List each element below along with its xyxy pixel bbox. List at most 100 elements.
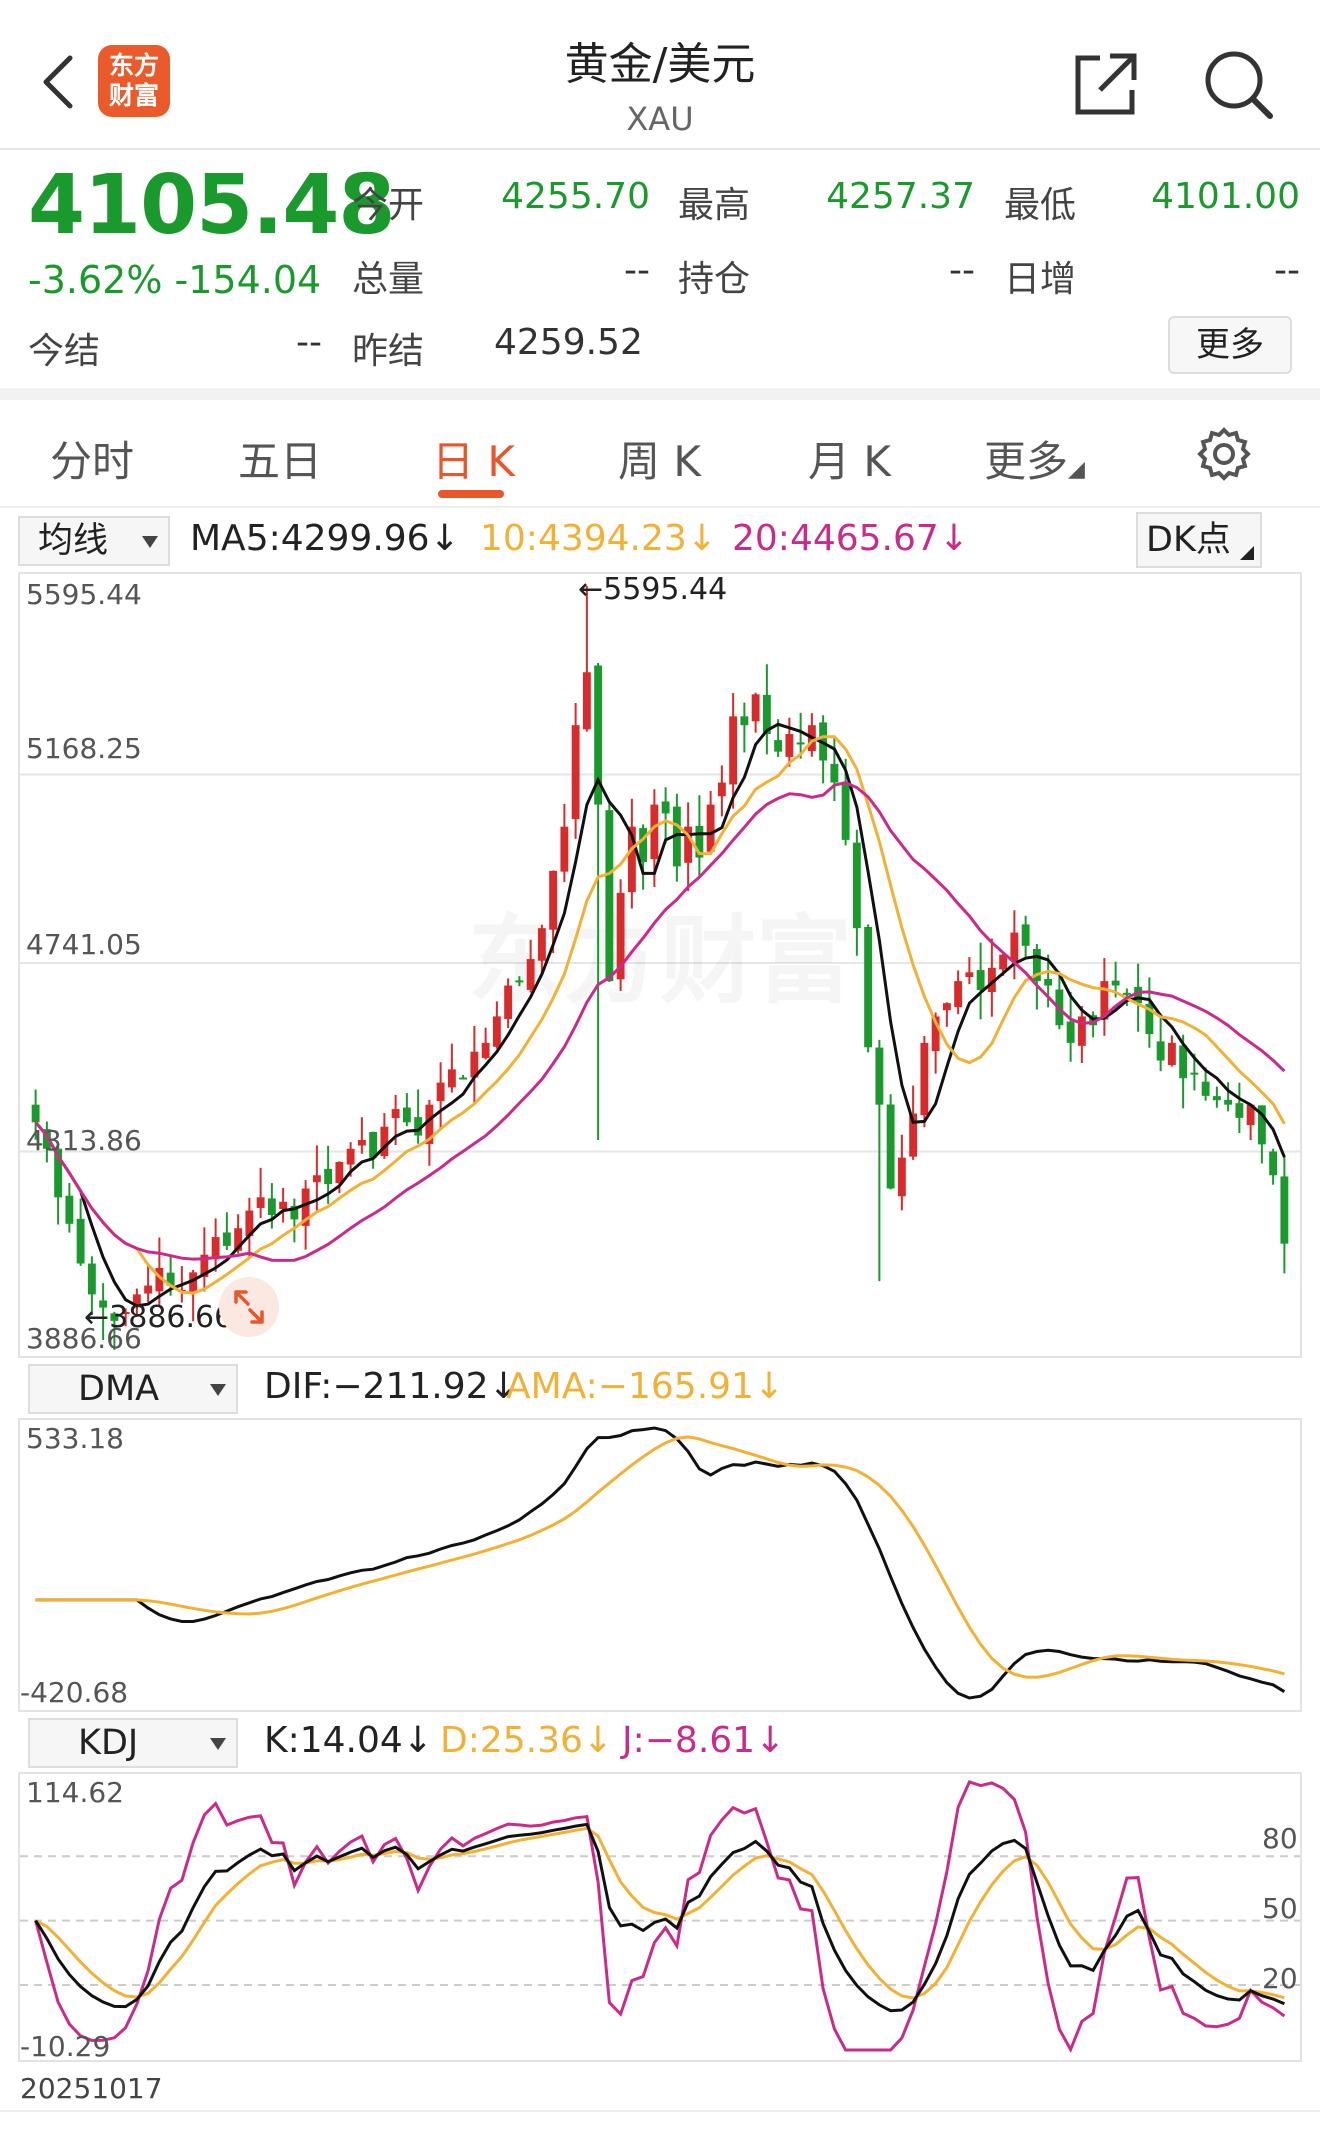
high-value: 4257.37 <box>826 176 975 217</box>
d-line <box>34 1826 1285 2000</box>
candle-body <box>1280 1176 1289 1244</box>
settings-gear-icon[interactable] <box>1196 426 1252 482</box>
candle-body <box>582 672 591 730</box>
tab-more[interactable]: 更多◢ <box>984 428 1085 489</box>
candle-body <box>279 1201 288 1210</box>
indicator-select-kdj[interactable]: KDJ <box>28 1718 238 1768</box>
candle-body <box>526 959 535 990</box>
candle-body <box>1122 992 1131 995</box>
watermark: 东方财富 <box>468 905 852 1017</box>
candle-body <box>1167 1042 1176 1065</box>
candle-body <box>76 1218 85 1264</box>
candle-body <box>1212 1096 1221 1101</box>
ama-line <box>35 1435 1285 1679</box>
j-line <box>34 1780 1286 2053</box>
candle-body <box>571 725 580 820</box>
tab-monthly-k[interactable]: 月 K <box>808 428 891 489</box>
kdj-level-20: 20 <box>1262 1962 1298 1995</box>
dma-chart-panel[interactable] <box>18 1418 1302 1712</box>
candle-body <box>729 716 738 785</box>
prev-settle-value: 4259.52 <box>494 322 643 363</box>
kline-chart-panel[interactable]: 东方财富 <box>18 572 1302 1358</box>
candle-body <box>492 1016 501 1047</box>
k-line <box>34 1822 1285 2013</box>
candle-body <box>65 1195 74 1224</box>
kdj-chart[interactable] <box>20 1774 1300 2060</box>
candle-body <box>751 694 760 722</box>
dk-point-button[interactable]: DK点 <box>1136 512 1262 568</box>
candle-body <box>852 842 861 929</box>
candle-body <box>144 1285 153 1294</box>
j-value: J:−8.61↓ <box>622 1720 786 1761</box>
candle-body <box>639 828 648 862</box>
d-value: D:25.36↓ <box>440 1720 614 1761</box>
active-tab-indicator <box>438 490 504 498</box>
ma10-value: 10:4394.23↓ <box>480 518 717 559</box>
prev-settle-label: 昨结 <box>352 331 425 372</box>
tab-intraday[interactable]: 分时 <box>50 428 134 489</box>
share-icon[interactable] <box>1070 48 1142 120</box>
candle-body <box>965 972 974 978</box>
candle-body <box>31 1104 40 1123</box>
start-date-label: 20251017 <box>20 2072 163 2105</box>
candle-body <box>549 870 558 930</box>
bottom-divider <box>0 2110 1320 2112</box>
candle-body <box>391 1109 400 1119</box>
kdj-level-80: 80 <box>1262 1822 1298 1855</box>
candle-body <box>335 1162 344 1184</box>
quote-panel: 4105.48 -3.62% -154.04 今开 4255.70 最高 425… <box>0 152 1320 400</box>
candle-body <box>537 928 546 961</box>
k-value: K:14.04↓ <box>264 1720 433 1761</box>
kline-chart[interactable]: 东方财富 <box>20 574 1300 1356</box>
price-axis-top: 5595.44 <box>26 578 142 611</box>
candle-body <box>87 1263 96 1295</box>
candle-body <box>976 970 985 990</box>
candle-body <box>346 1148 355 1165</box>
indicator-select-ma[interactable]: 均线 <box>18 516 170 566</box>
candle-body <box>256 1197 265 1208</box>
dma-chart[interactable] <box>20 1420 1300 1710</box>
ma20-value: 20:4465.67↓ <box>732 518 969 559</box>
search-icon[interactable] <box>1200 46 1276 122</box>
price-axis-level-2: 5168.25 <box>26 732 142 765</box>
tab-five-day[interactable]: 五日 <box>238 428 322 489</box>
candle-body <box>785 734 794 757</box>
candle-body <box>1224 1099 1233 1105</box>
candle-body <box>942 1003 951 1011</box>
candle-body <box>1269 1151 1278 1176</box>
low-label: 最低 <box>1004 185 1077 226</box>
tab-daily-k[interactable]: 日 K <box>432 428 515 489</box>
more-quote-button[interactable]: 更多 <box>1168 316 1292 374</box>
ama-value: AMA:−165.91↓ <box>506 1366 785 1407</box>
candle-body <box>515 980 524 983</box>
kdj-axis-bottom: -10.29 <box>20 2030 111 2063</box>
candle-body <box>706 804 715 852</box>
candle-body <box>504 985 513 1019</box>
candle-body <box>897 1157 906 1197</box>
candle-body <box>1021 924 1030 946</box>
dma-axis-bottom: -420.68 <box>20 1676 129 1709</box>
tab-weekly-k[interactable]: 周 K <box>618 428 701 489</box>
expand-chart-icon[interactable] <box>218 1276 280 1338</box>
candle-body <box>402 1107 411 1123</box>
open-value: 4255.70 <box>501 176 650 217</box>
indicator-select-dma[interactable]: DMA <box>28 1364 238 1414</box>
volume-value: -- <box>624 250 650 291</box>
position-label: 持仓 <box>678 259 751 300</box>
candle-body <box>717 782 726 797</box>
open-label: 今开 <box>352 185 425 226</box>
candle-body <box>740 716 749 726</box>
candle-body <box>796 742 805 745</box>
candle-body <box>324 1168 333 1185</box>
low-value: 4101.00 <box>1151 176 1300 217</box>
candle-body <box>1190 1072 1199 1075</box>
candle-body <box>459 1077 468 1080</box>
candle-body <box>1179 1045 1188 1079</box>
candle-body <box>864 926 873 1048</box>
kdj-axis-top: 114.62 <box>26 1776 124 1809</box>
ma5-value: MA5:4299.96↓ <box>190 518 460 559</box>
candle-body <box>1010 932 1019 962</box>
kdj-chart-panel[interactable] <box>18 1772 1302 2062</box>
candle-body <box>447 1069 456 1088</box>
candle-body <box>1044 979 1053 986</box>
